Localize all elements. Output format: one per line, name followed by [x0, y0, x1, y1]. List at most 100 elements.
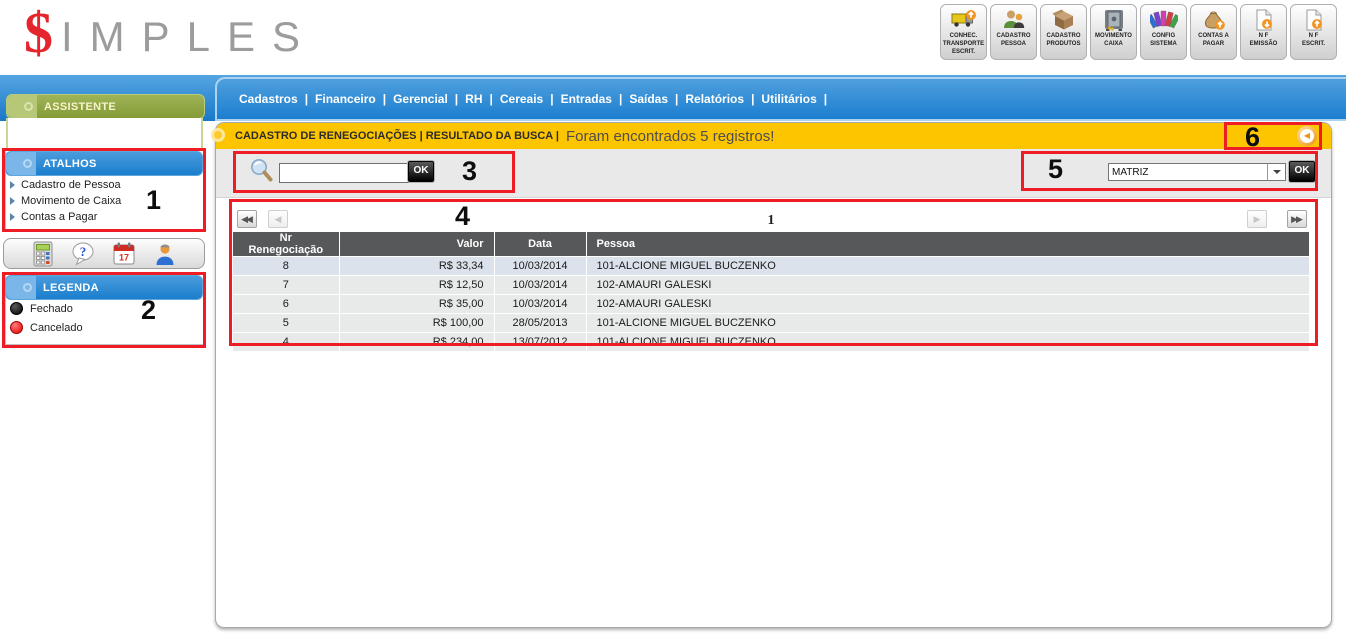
nav-item-cereais[interactable]: Cereais: [500, 92, 543, 106]
legend-dot-icon: [10, 321, 23, 334]
table-cell: 7: [233, 276, 339, 295]
legend-list: Fechado Cancelado: [10, 299, 83, 337]
ring-icon: [23, 159, 32, 168]
atalhos-title: ATALHOS: [43, 158, 97, 170]
sidebar-link-contas-a-pagar[interactable]: Contas a Pagar: [10, 209, 121, 225]
table-cell: 13/07/2012: [494, 333, 586, 352]
toolbar-button-7[interactable]: N F EMISSÃO: [1240, 4, 1287, 60]
table-cell: 101-ALCIONE MIGUEL BUCZENKO: [586, 333, 1309, 352]
main-menu: Cadastros | Financeiro | Gerencial | RH | Cereai…: [215, 77, 1346, 121]
next-page-button[interactable]: ▶: [1247, 210, 1267, 228]
toolbar-button-3[interactable]: CADASTRO PRODUTOS: [1040, 4, 1087, 60]
nav-item-rh[interactable]: RH: [465, 92, 482, 106]
nav-item-saidas[interactable]: Saídas: [629, 92, 668, 106]
table-cell: 8: [233, 257, 339, 276]
table-row[interactable]: 4R$ 234,0013/07/2012101-ALCIONE MIGUEL B…: [233, 333, 1309, 352]
calendar-icon[interactable]: 17: [111, 241, 137, 267]
nav-item-utilitarios[interactable]: Utilitários: [761, 92, 816, 106]
toolbar-button-1[interactable]: CONHEC. TRANSPORTE ESCRIT.: [940, 4, 987, 60]
branch-select[interactable]: MATRIZ: [1108, 163, 1286, 181]
toolbar-button-label: N F EMISSÃO: [1250, 33, 1278, 49]
legend-item-fechado: Fechado: [10, 299, 83, 318]
sidebar-link-label: Contas a Pagar: [21, 211, 97, 223]
nav-separator: |: [751, 92, 754, 106]
toolbar-button-2[interactable]: CADASTRO PESSOA: [990, 4, 1037, 60]
nav-separator: |: [619, 92, 622, 106]
last-page-button[interactable]: ▶▶: [1287, 210, 1307, 228]
bullet-arrow-icon: [10, 197, 15, 205]
toolbar-button-label: CADASTRO PRODUTOS: [1047, 33, 1081, 49]
table-row[interactable]: 5R$ 100,0028/05/2013101-ALCIONE MIGUEL B…: [233, 314, 1309, 333]
results-table-header: Nr RenegociaçãoValorDataPessoa: [233, 232, 1309, 257]
atalhos-header: ATALHOS: [5, 151, 203, 176]
toolbar-buttons: CONHEC. TRANSPORTE ESCRIT.CADASTRO PESSO…: [940, 4, 1337, 60]
toolbar-button-6[interactable]: CONTAS A PAGAR: [1190, 4, 1237, 60]
toolbar-button-4[interactable]: MOVIMENTO CAIXA: [1090, 4, 1137, 60]
back-button[interactable]: ◀: [1297, 126, 1317, 146]
safe-icon: [1101, 7, 1127, 33]
legenda-header: LEGENDA: [5, 275, 203, 300]
nav-item-entradas[interactable]: Entradas: [561, 92, 612, 106]
table-cell: 102-AMAURI GALESKI: [586, 295, 1309, 314]
status-title: CADASTRO DE RENEGOCIAÇÕES | RESULTADO DA…: [235, 130, 559, 142]
app-window: $ IMPLES CONHEC. TRANSPORTE ESCRIT.CADAS…: [0, 0, 1346, 636]
column-header-3: Data: [494, 232, 586, 257]
table-header-row: Nr RenegociaçãoValorDataPessoa: [233, 232, 1309, 257]
legenda-tab: [6, 276, 36, 299]
nav-item-cadastros[interactable]: Cadastros: [239, 92, 298, 106]
notch-icon: [211, 128, 225, 142]
sidebar-quick-icons: ? 17: [3, 238, 205, 269]
user-icon[interactable]: [152, 241, 178, 267]
column-header-4: Pessoa: [586, 232, 1309, 257]
nav-item-financeiro[interactable]: Financeiro: [315, 92, 376, 106]
people-icon: [1001, 7, 1027, 33]
legend-dot-icon: [10, 302, 23, 315]
search-icon: [249, 157, 274, 189]
results-table-body: 8R$ 33,3410/03/2014101-ALCIONE MIGUEL BU…: [233, 257, 1309, 352]
nav-item-gerencial[interactable]: Gerencial: [393, 92, 448, 106]
column-header-2: Valor: [339, 232, 494, 257]
table-row[interactable]: 6R$ 35,0010/03/2014102-AMAURI GALESKI: [233, 295, 1309, 314]
assistente-header: ASSISTENTE: [6, 94, 205, 119]
table-cell: R$ 234,00: [339, 333, 494, 352]
sidebar-link-movimento-de-caixa[interactable]: Movimento de Caixa: [10, 193, 121, 209]
legend-item-cancelado: Cancelado: [10, 318, 83, 337]
logo-dollar-icon: $: [24, 4, 53, 62]
bullet-arrow-icon: [10, 181, 15, 189]
toolbar-button-5[interactable]: CONFIG SISTEMA: [1140, 4, 1187, 60]
toolbar-button-8[interactable]: N F ESCRIT.: [1290, 4, 1337, 60]
toolbar-button-label: N F ESCRIT.: [1302, 33, 1325, 49]
table-cell: R$ 12,50: [339, 276, 494, 295]
search-input[interactable]: [279, 163, 414, 183]
toolbar-button-label: CONFIG SISTEMA: [1150, 33, 1177, 49]
table-cell: R$ 33,34: [339, 257, 494, 276]
atalhos-list: Cadastro de PessoaMovimento de Caixa Cont…: [10, 177, 121, 225]
legend-label: Fechado: [30, 303, 73, 315]
help-icon[interactable]: ?: [70, 241, 96, 267]
bullet-arrow-icon: [10, 213, 15, 221]
svg-text:17: 17: [118, 252, 128, 262]
chevron-down-icon[interactable]: [1267, 164, 1285, 180]
status-bar: CADASTRO DE RENEGOCIAÇÕES | RESULTADO DA…: [216, 123, 1331, 149]
ring-icon: [24, 102, 33, 111]
nav-separator: |: [550, 92, 553, 106]
calculator-icon[interactable]: [31, 241, 55, 267]
search-ok-button[interactable]: OK: [408, 161, 434, 182]
table-row[interactable]: 7R$ 12,5010/03/2014102-AMAURI GALESKI: [233, 276, 1309, 295]
branch-ok-button[interactable]: OK: [1289, 161, 1315, 182]
box-icon: [1051, 7, 1077, 33]
nav-separator: |: [383, 92, 386, 106]
palette-icon: [1150, 7, 1178, 33]
table-cell: R$ 35,00: [339, 295, 494, 314]
sidebar-link-cadastro-de-pessoa[interactable]: Cadastro de Pessoa: [10, 177, 121, 193]
table-row[interactable]: 8R$ 33,3410/03/2014101-ALCIONE MIGUEL BU…: [233, 257, 1309, 276]
nav-item-relatorios[interactable]: Relatórios: [685, 92, 744, 106]
legenda-title: LEGENDA: [43, 282, 99, 294]
legend-label: Cancelado: [30, 322, 83, 334]
assistente-tab: [7, 95, 37, 118]
nav-separator: |: [824, 92, 827, 106]
atalhos-tab: [6, 152, 36, 175]
table-cell: 28/05/2013: [494, 314, 586, 333]
ring-icon: [23, 283, 32, 292]
branch-select-value: MATRIZ: [1109, 167, 1267, 178]
